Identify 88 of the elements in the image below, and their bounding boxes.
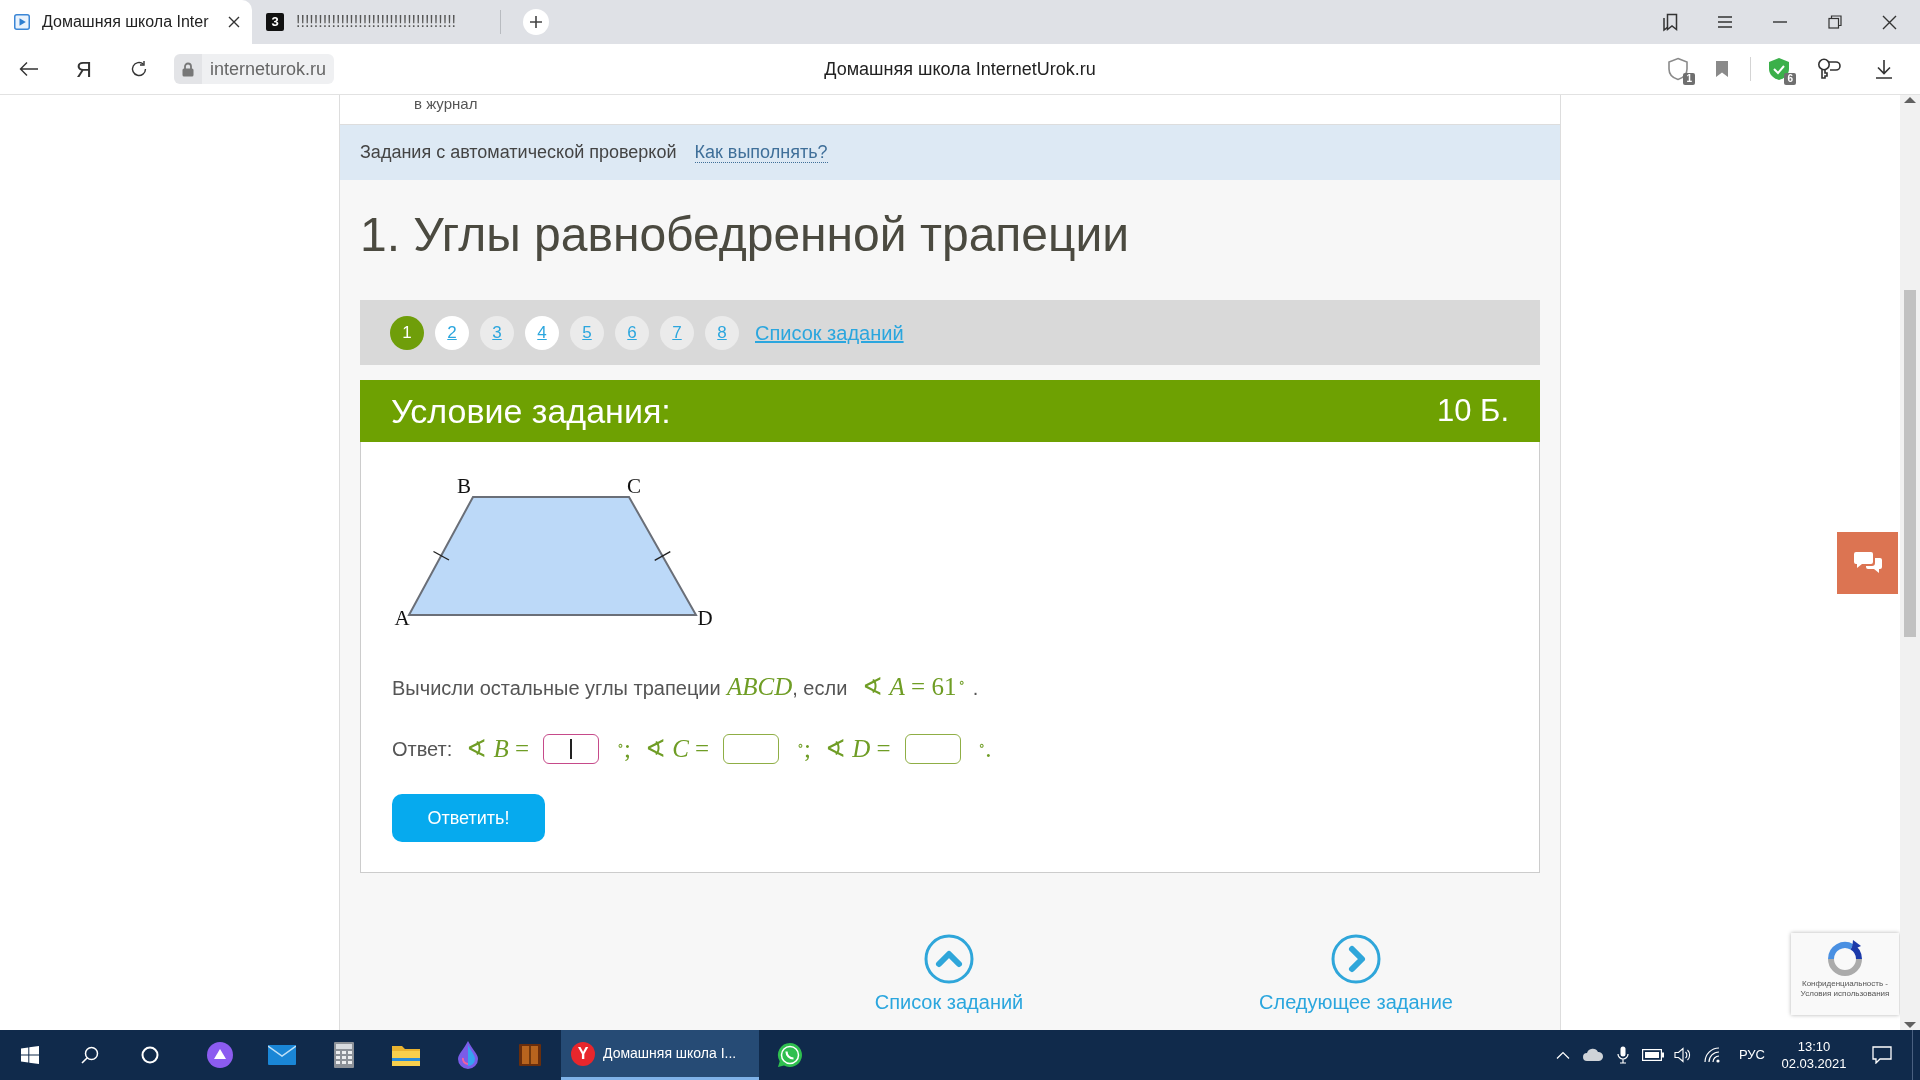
new-tab-button[interactable] — [523, 9, 549, 35]
shield-check-icon[interactable] — [1768, 57, 1790, 81]
book-icon[interactable] — [517, 1043, 543, 1067]
scrollbar[interactable] — [1900, 95, 1920, 1030]
recaptcha-terms-text[interactable]: Конфиденциальность - — [1801, 979, 1888, 989]
tick-mark-icon — [432, 550, 450, 561]
task-list-link[interactable]: Список заданий — [874, 990, 1024, 1014]
page-number-link[interactable]: 7 — [660, 315, 694, 350]
browser-logo: Y — [571, 1041, 595, 1066]
count-badge: 6 — [1784, 73, 1796, 85]
menu-icon[interactable] — [1716, 15, 1733, 29]
page-title: Домашняя школа InternetUrok.ru — [824, 57, 1096, 81]
answer-label: Ответ: — [392, 737, 453, 762]
chevron-right-icon[interactable] — [1331, 934, 1381, 984]
address-field[interactable]: interneturok.ru — [202, 54, 335, 84]
browser-tab[interactable]: 3 !!!!!!!!!!!!!!!!!!!!!!!!!!!!!!!!!!!! — [258, 0, 500, 44]
close-icon[interactable] — [1882, 14, 1897, 30]
vertex-label: D — [697, 606, 713, 630]
download-icon[interactable] — [1874, 59, 1893, 79]
chat-icon — [1852, 550, 1883, 576]
chat-button[interactable] — [1837, 532, 1898, 594]
play-icon — [14, 14, 30, 30]
task-statement: Вычисли остальные углы трапеции ABCD, если ∢ A = 61$^{∘}$ . — [392, 673, 979, 702]
chat-phone-icon[interactable] — [777, 1042, 803, 1068]
task-header-title: Условие задания: — [391, 390, 671, 432]
microphone-icon[interactable] — [1617, 1046, 1629, 1064]
yandex-button[interactable]: Я — [62, 49, 106, 89]
battery-icon[interactable] — [1642, 1049, 1664, 1061]
language-indicator[interactable]: РУС — [1728, 1030, 1776, 1080]
page-number-link[interactable]: 3 — [480, 315, 514, 350]
browser-tab[interactable]: Домашняя школа Inter — [0, 0, 252, 44]
page-number-link[interactable]: 4 — [525, 315, 559, 350]
plus-icon — [530, 16, 542, 28]
angle-label: ∢ C = — [644, 734, 710, 765]
page-number-link[interactable]: 8 — [705, 315, 739, 350]
info-text: Задания с автоматической проверкой — [360, 141, 677, 164]
key-icon[interactable] — [1816, 58, 1841, 80]
answer-field[interactable] — [543, 734, 600, 764]
reload-icon[interactable] — [130, 60, 148, 78]
notifications-icon[interactable] — [1872, 1046, 1892, 1064]
restore-icon[interactable] — [1827, 15, 1842, 29]
page-number-link[interactable]: 2 — [435, 315, 469, 350]
vertex-label: B — [457, 474, 471, 498]
task-points: 10 Б. — [1436, 391, 1509, 430]
tick-mark-icon — [654, 550, 671, 562]
text-cursor-icon — [570, 739, 573, 759]
close-icon[interactable] — [228, 16, 240, 28]
degree-unit: $^{∘}$. — [977, 734, 992, 765]
taskbar-button[interactable]: Y Домашняя школа I... — [561, 1030, 759, 1080]
clock-button[interactable]: 13:10 02.03.2021 — [1776, 1030, 1852, 1080]
count-badge: 1 — [1683, 73, 1695, 85]
drop-icon[interactable] — [458, 1041, 478, 1069]
calculator-icon[interactable] — [334, 1042, 354, 1068]
bookmark-icon[interactable] — [1715, 60, 1729, 78]
recaptcha-logo-icon — [1825, 939, 1865, 979]
speaker-icon[interactable] — [1674, 1047, 1692, 1063]
next-task-link[interactable]: Следующее задание — [1259, 990, 1453, 1014]
page-number-link[interactable]: 5 — [570, 315, 604, 350]
cloud-icon[interactable] — [1582, 1047, 1604, 1063]
answer-field[interactable] — [723, 734, 780, 764]
task-list-link[interactable]: Список заданий — [755, 317, 904, 348]
journal-link[interactable]: в журнал — [414, 95, 478, 112]
page-number-link[interactable]: 6 — [615, 315, 649, 350]
page-number-link[interactable]: 1 — [390, 315, 424, 350]
windows-logo-icon[interactable] — [21, 1046, 39, 1064]
angle-label: ∢ B = — [466, 734, 530, 765]
angle-label: ∢ D = — [824, 734, 891, 765]
minimize-icon[interactable] — [1772, 21, 1787, 23]
search-icon[interactable] — [81, 1046, 99, 1064]
vertex-label: A — [394, 606, 410, 630]
lock-icon[interactable] — [182, 61, 194, 77]
wifi-icon[interactable] — [1704, 1047, 1722, 1063]
degree-unit: $^{∘}$; — [796, 734, 811, 765]
submit-button[interactable]: Ответить! — [392, 794, 545, 842]
triangle-orb-icon[interactable] — [207, 1042, 233, 1068]
shield-icon[interactable] — [1667, 57, 1689, 81]
answer-field[interactable] — [904, 734, 961, 764]
how-to-link[interactable]: Как выполнять? — [694, 142, 828, 163]
page-heading: 1. Углы равнобедренной трапеции — [360, 207, 1130, 263]
envelope-icon[interactable] — [268, 1045, 296, 1065]
degree-unit: $^{∘}$; — [616, 734, 631, 765]
folder-icon[interactable] — [392, 1044, 420, 1066]
vertex-label: C — [627, 474, 641, 498]
recaptcha-terms-text[interactable]: Условия использования — [1800, 989, 1890, 999]
circle-icon[interactable] — [141, 1046, 159, 1064]
back-icon[interactable] — [19, 61, 39, 77]
scrollbar-thumb[interactable] — [1904, 290, 1916, 637]
site-logo: 3 — [266, 13, 284, 31]
